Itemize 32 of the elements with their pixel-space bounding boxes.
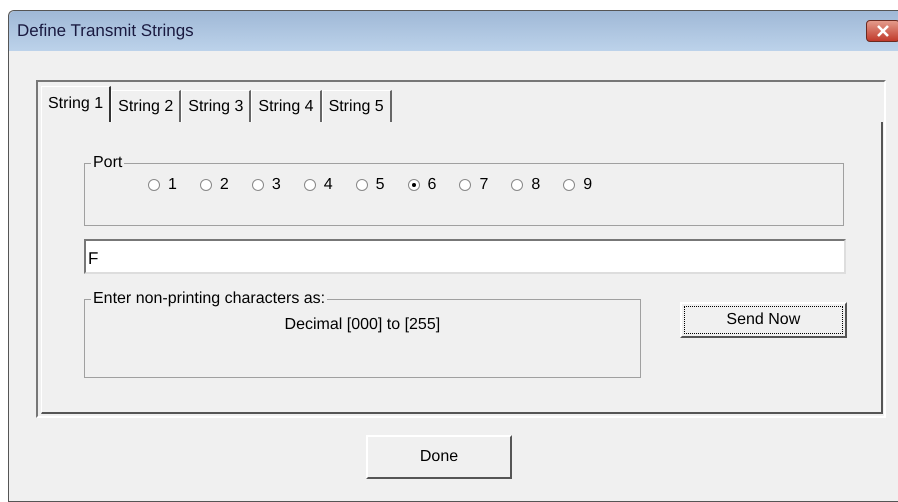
tab[interactable]: String 2 <box>111 90 182 122</box>
radio-label: 5 <box>376 176 385 194</box>
radio-label: 4 <box>324 176 333 194</box>
radio-button[interactable] <box>252 179 264 191</box>
close-button[interactable] <box>866 20 898 42</box>
group-label: Port <box>92 154 124 172</box>
tab[interactable]: String 1 <box>41 86 112 122</box>
hint-text: Decimal [000] to [255] <box>284 316 442 334</box>
send-now-button[interactable]: Send Now <box>680 302 847 338</box>
radio-button[interactable] <box>563 179 576 191</box>
radio-button[interactable] <box>408 179 420 191</box>
radio-button[interactable] <box>148 179 160 191</box>
radio-button[interactable] <box>511 179 524 191</box>
radio-label: 7 <box>479 176 488 194</box>
tab[interactable]: String 3 <box>181 90 252 122</box>
input-field[interactable]: F <box>84 239 846 274</box>
radio-label: 1 <box>168 176 177 194</box>
radio-label: 3 <box>272 176 281 194</box>
radio-button[interactable] <box>304 179 316 191</box>
close-icon <box>876 25 890 37</box>
done-button[interactable]: Done <box>366 435 512 479</box>
window-title: Define Transmit Strings <box>17 21 194 41</box>
tab[interactable]: String 5 <box>322 90 392 122</box>
radio-label: 6 <box>428 176 436 194</box>
radio-button[interactable] <box>200 179 212 191</box>
radio-label: 8 <box>531 176 540 194</box>
radio-label: 9 <box>583 176 592 194</box>
radio-button[interactable] <box>356 179 368 191</box>
radio-label: 2 <box>220 176 229 194</box>
tab[interactable]: String 4 <box>251 90 322 122</box>
radio-button[interactable] <box>459 179 472 191</box>
group-label: Enter non-printing characters as: <box>92 290 326 308</box>
